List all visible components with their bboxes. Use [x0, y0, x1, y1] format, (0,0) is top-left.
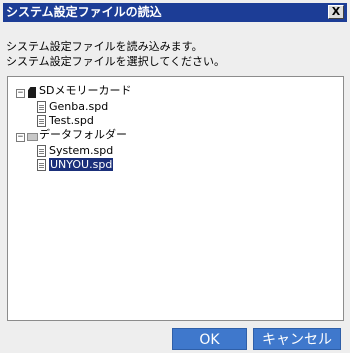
- cancel-button[interactable]: キャンセル: [253, 328, 341, 350]
- collapse-toggle-sd-card[interactable]: −: [16, 89, 25, 98]
- file-load-dialog: システム設定ファイルの読込 X システム設定ファイルを読み込みます。 システム設…: [0, 0, 350, 353]
- sd-card-icon: [28, 87, 36, 98]
- file-tree[interactable]: − SDメモリーカード Genba.spd Test.spd − データフォルダ…: [7, 76, 344, 321]
- message-line-1: システム設定ファイルを読み込みます。: [6, 40, 203, 53]
- message-line-2: システム設定ファイルを選択してください。: [6, 55, 226, 68]
- file-icon: [37, 115, 46, 127]
- tree-item-unyou[interactable]: UNYOU.spd: [49, 158, 114, 172]
- dialog-title: システム設定ファイルの読込: [6, 5, 162, 19]
- title-bar: システム設定ファイルの読込 X: [3, 3, 347, 22]
- file-icon: [37, 145, 46, 157]
- tree-item-genba[interactable]: Genba.spd: [49, 100, 108, 114]
- collapse-toggle-data-folder[interactable]: −: [16, 133, 25, 142]
- close-button[interactable]: X: [328, 5, 344, 19]
- file-icon: [37, 101, 46, 113]
- ok-button[interactable]: OK: [172, 328, 247, 350]
- file-icon: [37, 159, 46, 171]
- folder-icon: [27, 133, 38, 141]
- tree-item-test[interactable]: Test.spd: [49, 114, 94, 128]
- instruction-message: システム設定ファイルを読み込みます。 システム設定ファイルを選択してください。: [6, 39, 344, 69]
- tree-item-system[interactable]: System.spd: [49, 144, 113, 158]
- tree-node-data-folder[interactable]: データフォルダー: [39, 128, 127, 142]
- tree-node-sd-card[interactable]: SDメモリーカード: [39, 84, 131, 98]
- selected-file-label: UNYOU.spd: [49, 158, 114, 171]
